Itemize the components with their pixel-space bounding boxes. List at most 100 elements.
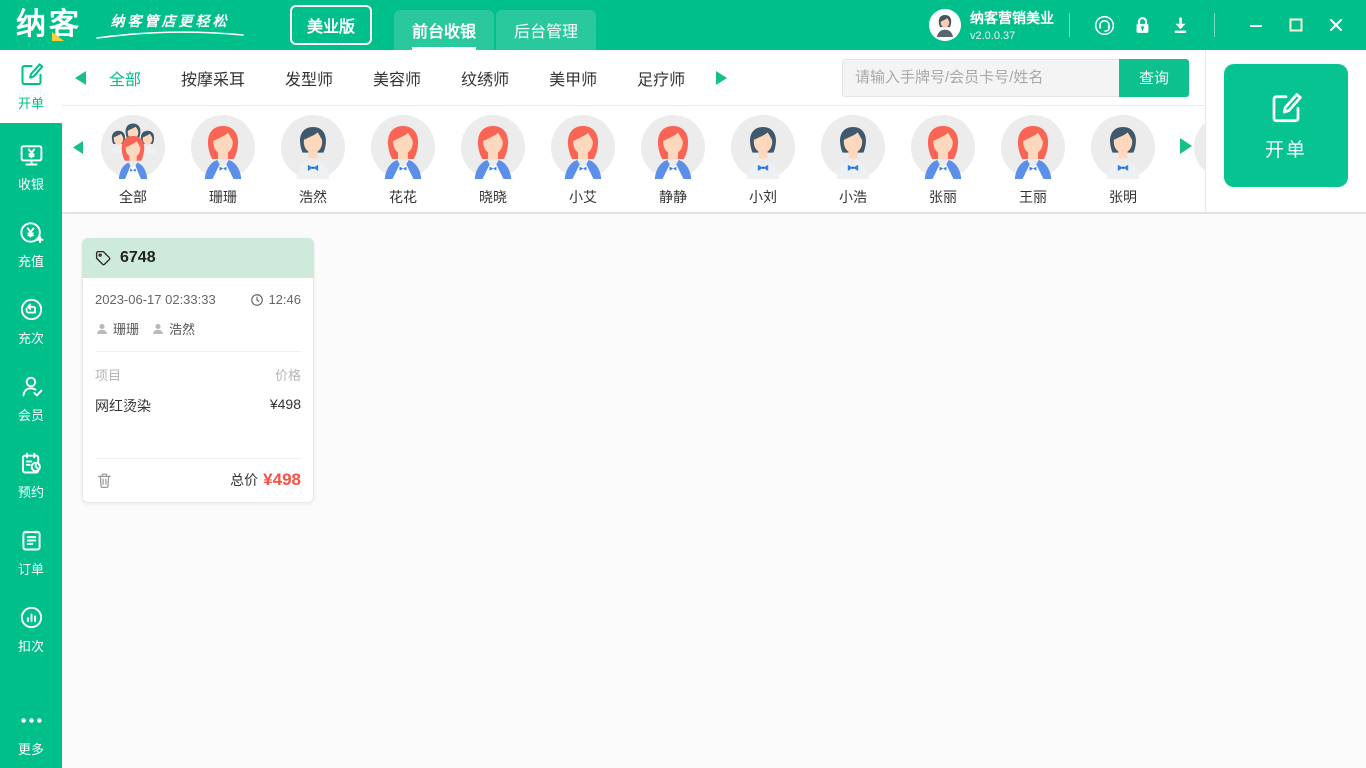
search-button[interactable]: 查询 — [1119, 58, 1189, 97]
delete-order-button[interactable] — [95, 471, 114, 490]
order-id: 6748 — [120, 249, 156, 266]
staff-item-all[interactable]: 全部 — [88, 114, 178, 205]
staff-scroll-right-icon[interactable] — [1175, 135, 1197, 157]
staff-name: 小艾 — [569, 188, 597, 205]
staff-name: 小浩 — [839, 188, 867, 205]
order-item-row: 网红烫染 ¥498 — [95, 396, 301, 416]
tab-backend-management[interactable]: 后台管理 — [496, 10, 597, 50]
tab-front-desk-cashier[interactable]: 前台收银 — [394, 10, 495, 50]
sidebar-item-appointment[interactable]: 预约 — [0, 439, 62, 512]
customer-service-icon[interactable] — [1085, 0, 1123, 50]
staff-name: 静静 — [659, 188, 687, 205]
member-search: 查询 — [842, 58, 1189, 97]
content-area: 全部 按摩采耳 发型师 美容师 纹绣师 美甲师 足疗师 查询 — [62, 50, 1366, 768]
sidebar-item-recharge[interactable]: 充值 — [0, 208, 62, 281]
sidebar: 开单 收银 充值 充次 会员 预约 订单 扣次 更多 — [0, 50, 62, 768]
staff-item[interactable]: 小艾 — [538, 114, 628, 205]
staff-scroll-left-icon[interactable] — [68, 138, 88, 157]
sidebar-item-open-bill[interactable]: 开单 — [0, 50, 62, 123]
user-avatar — [929, 9, 961, 41]
open-bill-button[interactable]: 开单 — [1224, 64, 1348, 187]
staff-name: 张明 — [1109, 188, 1137, 205]
person-icon — [153, 323, 163, 334]
staff-male-avatar-icon — [821, 114, 885, 179]
staff-name: 全部 — [119, 188, 147, 205]
maximize-button[interactable] — [1276, 0, 1316, 50]
staff-item[interactable]: 王丽 — [988, 114, 1078, 205]
filter-tab-manicurist[interactable]: 美甲师 — [549, 66, 597, 90]
app-window: 纳客 纳客管店更轻松 美业版 前台收银 后台管理 纳客营销美业 v2.0.0.3… — [0, 0, 1366, 768]
total-value: ¥498 — [263, 470, 301, 489]
staff-name: 小刘 — [749, 188, 777, 205]
filter-tab-hairstylist[interactable]: 发型师 — [285, 66, 333, 90]
staff-male-avatar-icon — [281, 114, 345, 179]
minimize-button[interactable] — [1236, 0, 1276, 50]
filter-tab-beautician[interactable]: 美容师 — [373, 66, 421, 90]
person-icon — [97, 323, 107, 334]
sidebar-item-deduct-times[interactable]: 扣次 — [0, 593, 62, 666]
appointment-icon — [21, 452, 41, 474]
filter-tab-all[interactable]: 全部 — [109, 66, 141, 90]
topbar-divider — [1214, 13, 1215, 37]
staff-male-avatar-icon — [731, 114, 795, 179]
sidebar-item-orders[interactable]: 订单 — [0, 516, 62, 589]
category-scroll-left-icon[interactable] — [70, 68, 91, 88]
tagline: 纳客管店更轻松 — [94, 11, 246, 40]
user-name: 纳客营销美业 — [970, 10, 1054, 26]
order-item-name: 网红烫染 — [95, 398, 151, 414]
user-info[interactable]: 纳客营销美业 v2.0.0.37 — [929, 8, 1054, 42]
deduct-times-icon — [20, 606, 42, 629]
member-icon — [21, 376, 42, 397]
staff-female-avatar-icon — [641, 114, 705, 179]
more-icon — [20, 717, 42, 723]
staff-item[interactable]: 张明 — [1078, 114, 1168, 205]
order-staff-member: 珊珊 — [95, 319, 139, 338]
close-button[interactable] — [1316, 0, 1356, 50]
download-icon[interactable] — [1161, 0, 1199, 50]
staff-item[interactable]: 静静 — [628, 114, 718, 205]
sidebar-item-member[interactable]: 会员 — [0, 362, 62, 435]
staff-item[interactable]: 张丽 — [898, 114, 988, 205]
search-input[interactable] — [842, 58, 1119, 97]
filter-tab-tattooist[interactable]: 纹绣师 — [461, 66, 509, 90]
staff-item[interactable]: 珊珊 — [178, 114, 268, 205]
order-columns: 项目 价格 — [95, 365, 301, 384]
app-version: v2.0.0.37 — [970, 30, 1016, 42]
logo-accent-icon — [52, 32, 64, 41]
cashier-icon — [20, 145, 42, 166]
sidebar-item-recharge-times[interactable]: 充次 — [0, 285, 62, 358]
staff-item-clipped[interactable] — [1181, 114, 1205, 204]
staff-female-avatar-icon — [911, 114, 975, 179]
tagline-text: 纳客管店更轻松 — [110, 12, 230, 29]
topbar-divider — [1069, 13, 1070, 37]
staff-item[interactable]: 浩然 — [268, 114, 358, 205]
sidebar-item-cashier[interactable]: 收银 — [0, 131, 62, 204]
category-filter-bar: 全部 按摩采耳 发型师 美容师 纹绣师 美甲师 足疗师 查询 — [62, 50, 1205, 106]
filter-tab-massage-ear[interactable]: 按摩采耳 — [181, 66, 245, 90]
staff-item[interactable]: 小浩 — [808, 114, 898, 205]
category-scroll-right-icon[interactable] — [711, 68, 732, 88]
main-nav-tabs: 前台收银 后台管理 — [394, 10, 597, 50]
order-card-body: 2023-06-17 02:33:33 12:46 珊珊 浩然 项目 价格 网红… — [82, 278, 314, 503]
sidebar-item-more[interactable]: 更多 — [0, 702, 62, 762]
tag-icon — [95, 250, 111, 266]
app-logo: 纳客 — [16, 0, 82, 50]
edition-badge: 美业版 — [290, 5, 373, 45]
order-datetime: 2023-06-17 02:33:33 — [95, 292, 216, 307]
user-text: 纳客营销美业 v2.0.0.37 — [970, 8, 1054, 42]
staff-name: 晓晓 — [479, 188, 507, 205]
staff-female-avatar-icon — [191, 114, 255, 179]
column-item-label: 项目 — [95, 368, 122, 383]
staff-male-avatar-icon — [1091, 114, 1155, 179]
staff-item[interactable]: 花花 — [358, 114, 448, 205]
recharge-icon — [19, 222, 44, 244]
filter-tab-pedicurist[interactable]: 足疗师 — [637, 66, 685, 90]
column-price-label: 价格 — [274, 368, 301, 383]
staff-item[interactable]: 晓晓 — [448, 114, 538, 205]
staff-item[interactable]: 小刘 — [718, 114, 808, 205]
clock-icon — [251, 293, 264, 306]
lock-icon[interactable] — [1123, 0, 1161, 50]
order-card[interactable]: 6748 2023-06-17 02:33:33 12:46 珊珊 浩然 项目 … — [82, 238, 314, 503]
staff-female-avatar-icon — [551, 114, 615, 179]
staff-female-avatar-icon — [1001, 114, 1065, 179]
